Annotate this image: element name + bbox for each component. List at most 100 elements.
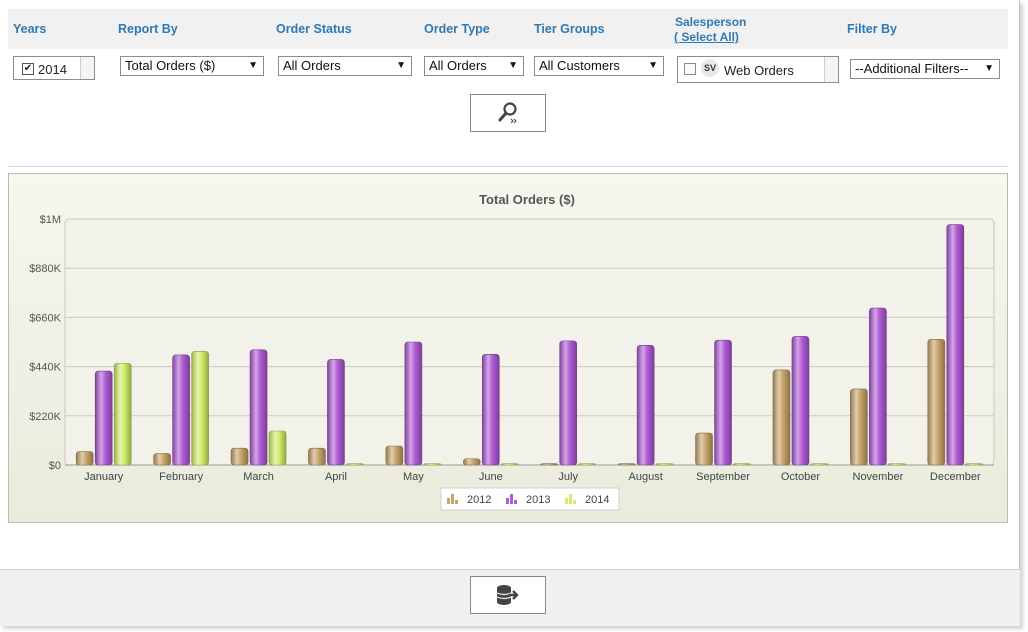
order-status-select[interactable]: All Orders ▼ bbox=[278, 56, 412, 76]
chevron-down-icon: ▼ bbox=[984, 63, 994, 74]
bar-2012-june bbox=[462, 458, 481, 466]
bar-2013-may bbox=[404, 341, 423, 466]
y-tick-label: $1M bbox=[40, 214, 61, 226]
bar-2013-february bbox=[172, 354, 190, 466]
bar-2014-october bbox=[810, 463, 829, 466]
chart-canvas: Total Orders ($) $0 $220K $440K $660K $880K $1… bbox=[29, 192, 995, 511]
order-status-value: All Orders bbox=[283, 58, 341, 73]
bar-2012-may bbox=[385, 445, 404, 466]
report-by-label: Report By bbox=[118, 22, 178, 36]
bar-2012-december bbox=[927, 339, 946, 466]
bar-2013-october bbox=[791, 336, 810, 466]
salesperson-scrollbar[interactable] bbox=[824, 57, 838, 82]
salesperson-logo: SV bbox=[701, 59, 719, 77]
report-by-select[interactable]: Total Orders ($) ▼ bbox=[120, 56, 264, 76]
bar-2012-february bbox=[153, 453, 171, 466]
years-label: Years bbox=[13, 22, 47, 36]
y-tick-label: $880K bbox=[29, 263, 61, 275]
salesperson-listbox[interactable]: SV Web Orders bbox=[677, 56, 839, 83]
bar-2012-march bbox=[230, 447, 249, 466]
bar-2013-november bbox=[869, 307, 887, 466]
x-tick-label: August bbox=[629, 471, 663, 483]
x-tick-label: November bbox=[853, 471, 904, 483]
footer-bar bbox=[0, 569, 1020, 626]
bar-2014-june bbox=[500, 463, 519, 466]
order-type-label: Order Type bbox=[424, 22, 490, 36]
select-all-link[interactable]: ( Select All) bbox=[674, 30, 739, 44]
y-tick-label: $0 bbox=[49, 460, 61, 472]
x-tick-label: January bbox=[84, 471, 124, 483]
legend-icon-2014 bbox=[569, 494, 572, 504]
year-2014-checkbox[interactable]: ✔ bbox=[22, 63, 34, 75]
y-tick-label: $220K bbox=[29, 411, 61, 423]
years-scrollbar[interactable] bbox=[80, 57, 94, 79]
legend-icon-2014 bbox=[573, 500, 576, 504]
bar-2014-may bbox=[423, 463, 442, 466]
chevron-down-icon: ▼ bbox=[648, 60, 658, 71]
x-tick-label: March bbox=[243, 471, 274, 483]
bar-2013-april bbox=[327, 359, 345, 466]
legend-label-2012: 2012 bbox=[467, 494, 491, 506]
bar-2012-november bbox=[850, 388, 868, 466]
search-button[interactable] bbox=[470, 94, 546, 132]
filter-by-label: Filter By bbox=[847, 22, 898, 36]
tier-groups-select[interactable]: All Customers ▼ bbox=[534, 56, 664, 76]
x-tick-label: July bbox=[558, 471, 578, 483]
order-status-label: Order Status bbox=[276, 22, 352, 36]
database-export-icon bbox=[496, 585, 519, 605]
bar-2013-january bbox=[94, 370, 113, 466]
bar-2014-november bbox=[888, 463, 906, 466]
filter-by-value: --Additional Filters-- bbox=[855, 61, 969, 76]
tier-groups-label: Tier Groups bbox=[534, 22, 605, 36]
tier-groups-value: All Customers bbox=[539, 58, 620, 73]
bar-2013-december bbox=[946, 224, 965, 466]
bar-2014-august bbox=[655, 463, 674, 466]
bar-2013-august bbox=[636, 345, 655, 466]
x-tick-label: September bbox=[696, 471, 750, 483]
bar-2012-october bbox=[772, 369, 791, 466]
export-button[interactable] bbox=[470, 576, 546, 614]
chart-title: Total Orders ($) bbox=[479, 192, 575, 207]
years-listbox[interactable]: ✔ 2014 bbox=[13, 56, 95, 80]
x-tick-label: December bbox=[930, 471, 981, 483]
bar-2014-february bbox=[191, 351, 209, 466]
web-orders-checkbox[interactable] bbox=[684, 63, 696, 75]
bar-2013-march bbox=[249, 349, 268, 466]
search-magnifier-icon bbox=[498, 102, 517, 124]
bar-2012-july bbox=[540, 463, 559, 466]
total-orders-chart: Total Orders ($) $0 $220K $440K $660K $880K $1… bbox=[8, 173, 1008, 523]
legend-icon-2013 bbox=[506, 498, 509, 504]
y-tick-label: $440K bbox=[29, 362, 61, 374]
bar-2013-september bbox=[714, 339, 732, 466]
legend-label-2014: 2014 bbox=[585, 494, 609, 506]
x-tick-label: October bbox=[781, 471, 820, 483]
x-tick-label: May bbox=[403, 471, 424, 483]
legend-icon-2012 bbox=[451, 494, 454, 504]
year-2014-label: 2014 bbox=[38, 62, 67, 77]
chevron-down-icon: ▼ bbox=[508, 60, 518, 71]
bar-2012-april bbox=[308, 447, 326, 466]
bar-2014-january bbox=[113, 362, 132, 466]
salesperson-label: Salesperson bbox=[675, 15, 747, 29]
filter-by-select[interactable]: --Additional Filters-- ▼ bbox=[850, 59, 1000, 79]
bar-2012-september bbox=[695, 432, 713, 466]
salesperson-name: Web Orders bbox=[724, 63, 794, 78]
bar-2014-december bbox=[965, 463, 984, 466]
select-all-link-wrap: ( Select All) bbox=[674, 30, 739, 44]
bar-2014-september bbox=[733, 463, 751, 466]
legend-icon-2012 bbox=[455, 500, 458, 504]
bar-2012-january bbox=[75, 451, 94, 466]
legend-icon-2014 bbox=[565, 498, 568, 504]
report-window: Years Report By Order Status Order Type … bbox=[0, 0, 1020, 626]
order-type-select[interactable]: All Orders ▼ bbox=[424, 56, 524, 76]
legend-icon-2012 bbox=[447, 498, 450, 504]
bar-2014-july bbox=[578, 463, 597, 466]
chevron-down-icon: ▼ bbox=[248, 60, 258, 71]
bar-2012-august bbox=[617, 463, 636, 466]
x-tick-label: February bbox=[159, 471, 204, 483]
bar-2014-april bbox=[346, 463, 364, 466]
chevron-down-icon: ▼ bbox=[396, 60, 406, 71]
section-divider bbox=[8, 166, 1008, 167]
y-tick-label: $660K bbox=[29, 312, 61, 324]
legend-label-2013: 2013 bbox=[526, 494, 550, 506]
